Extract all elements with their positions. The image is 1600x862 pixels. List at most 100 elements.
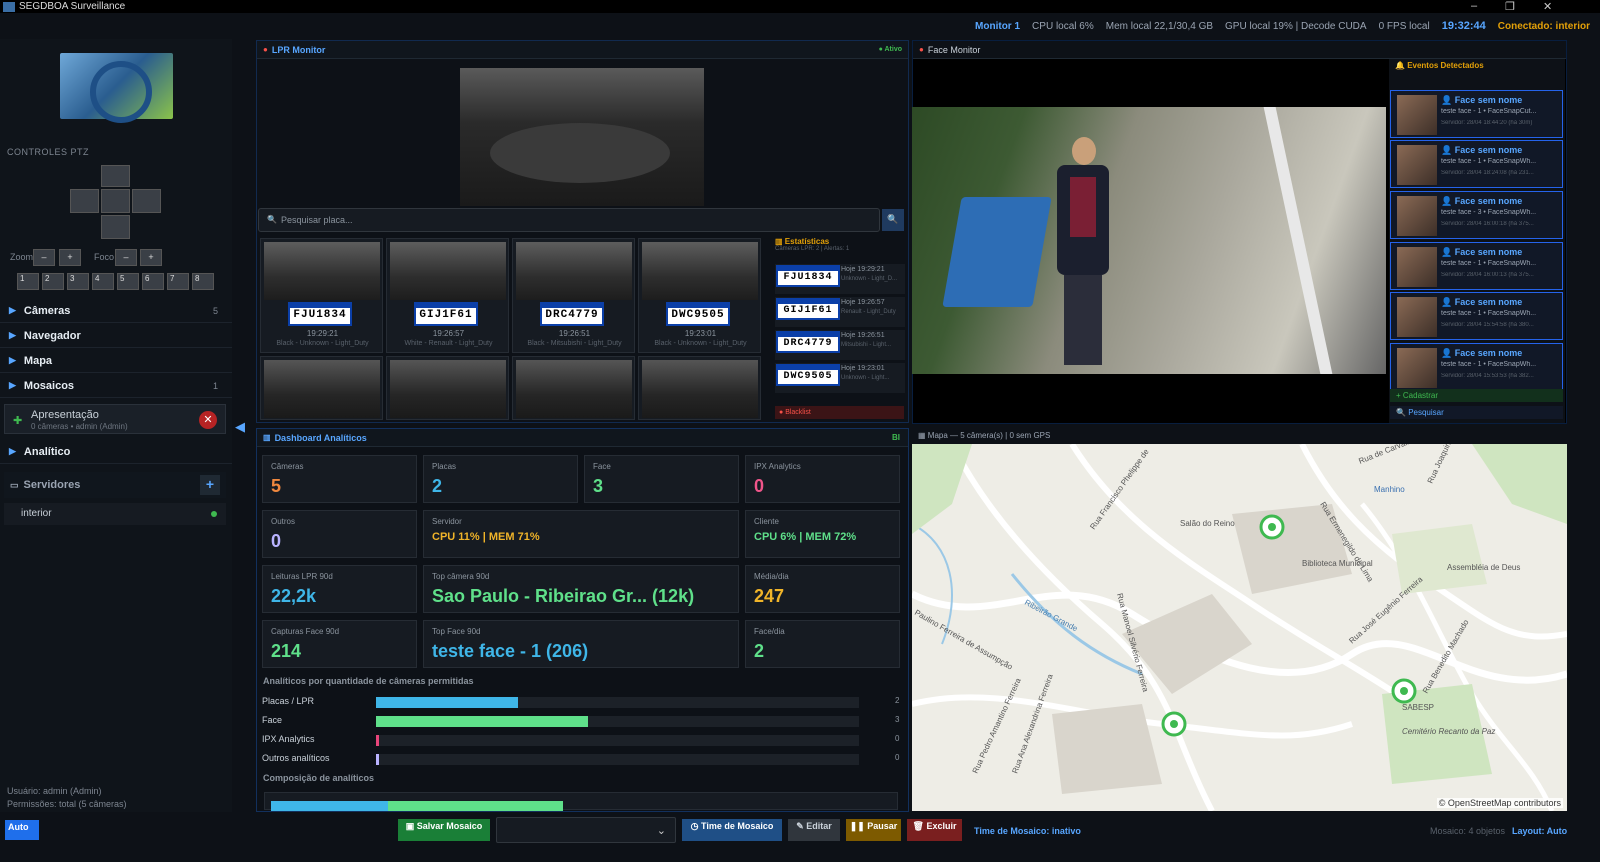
focus-plus-button[interactable]: + bbox=[140, 249, 162, 266]
stats-row[interactable]: GIJ1F61 Hoje 19:26:57 Renault - Light_Du… bbox=[775, 297, 905, 327]
row-time: Hoje 19:26:51 bbox=[841, 332, 885, 339]
save-mosaic-button[interactable]: ▣ Salvar Mosaico bbox=[398, 819, 490, 841]
face-event[interactable]: 👤 Face sem nome teste face - 1 • FaceSna… bbox=[1390, 90, 1563, 138]
analytics-bar-row: Placas / LPR 2 bbox=[262, 694, 902, 710]
mosaic-select[interactable]: ⌄ bbox=[496, 817, 676, 843]
register-label: Cadastrar bbox=[1402, 391, 1439, 400]
lpr-capture-card[interactable]: FJU1834 19:29:21 Black - Unknown - Light… bbox=[260, 238, 383, 353]
ptz-right-button[interactable] bbox=[132, 189, 161, 213]
card-cliente: Cliente CPU 6% | MEM 72% bbox=[745, 510, 900, 558]
lpr-status: ● Ativo bbox=[878, 46, 902, 53]
lpr-capture-card[interactable] bbox=[638, 356, 761, 420]
restore-button[interactable]: ❐ bbox=[1505, 0, 1515, 13]
card-topcam: Top câmera 90d Sao Paulo - Ribeirao Gr..… bbox=[423, 565, 739, 613]
composition-segment-face bbox=[388, 801, 563, 811]
plate-search-button[interactable]: 🔍 bbox=[882, 209, 904, 231]
online-indicator-icon bbox=[211, 511, 217, 517]
zoom-in-button[interactable]: + bbox=[59, 249, 81, 266]
bench bbox=[942, 197, 1052, 307]
sidebar-item-mosaicos[interactable]: ▶ Mosaicos 1 bbox=[0, 374, 232, 398]
pause-button[interactable]: ❚❚ Pausar bbox=[846, 819, 901, 841]
stats-row[interactable]: DWC9505 Hoje 19:23:01 Unknown - Light... bbox=[775, 363, 905, 393]
map-view[interactable]: Rua Francisco Phelippe de Salão do Reino… bbox=[912, 444, 1567, 811]
preset-button[interactable]: 2 bbox=[42, 273, 64, 290]
sidebar-item-mapa[interactable]: ▶ Mapa bbox=[0, 349, 232, 373]
auto-button[interactable]: Auto bbox=[5, 820, 39, 840]
event-date: Servidor: 28/04 16:00:18 (há 375... bbox=[1441, 221, 1534, 227]
zoom-out-button[interactable]: – bbox=[33, 249, 55, 266]
lpr-capture-card[interactable] bbox=[386, 356, 509, 420]
plate-number: DWC9505 bbox=[776, 364, 840, 386]
timer-status: Time de Mosaico: inativo bbox=[974, 826, 1081, 836]
card-label: Servidor bbox=[432, 517, 462, 526]
ptz-home-button[interactable] bbox=[101, 189, 130, 213]
card-label: Média/dia bbox=[754, 572, 789, 581]
window-title: SEGDBOA Surveillance bbox=[19, 1, 126, 12]
face-event[interactable]: 👤 Face sem nome teste face - 1 • FaceSna… bbox=[1390, 242, 1563, 290]
mosaic-item-apresentacao[interactable]: ✚ Apresentação 0 câmeras • admin (Admin)… bbox=[4, 404, 226, 434]
face-event[interactable]: 👤 Face sem nome teste face - 3 • FaceSna… bbox=[1390, 191, 1563, 239]
card-label: Top Face 90d bbox=[432, 627, 481, 636]
event-date: Servidor: 28/04 15:54:58 (há 380... bbox=[1441, 322, 1534, 328]
ptz-left-button[interactable] bbox=[70, 189, 99, 213]
add-server-button[interactable]: + bbox=[200, 475, 220, 495]
user-icon: 👤 bbox=[1441, 247, 1455, 257]
capture-image bbox=[264, 242, 380, 300]
lpr-stats: ▥ Estatísticas Câmeras LPR: 2 | Alertas:… bbox=[771, 237, 906, 420]
sidebar-item-cameras[interactable]: ▶ Câmeras 5 bbox=[0, 299, 232, 323]
plate-search-input[interactable]: 🔍 Pesquisar placa... bbox=[258, 208, 880, 232]
event-name: Face sem nome bbox=[1454, 348, 1523, 358]
map-icon: ▦ bbox=[918, 431, 928, 440]
remove-mosaic-button[interactable]: ✕ bbox=[199, 411, 217, 429]
servers-header[interactable]: ▭ Servidores + bbox=[4, 472, 226, 498]
preset-button[interactable]: 5 bbox=[117, 273, 139, 290]
register-face-button[interactable]: + Cadastrar bbox=[1390, 389, 1563, 402]
sidebar-item-navegador[interactable]: ▶ Navegador bbox=[0, 324, 232, 348]
lpr-capture-card[interactable]: GIJ1F61 19:26:57 White - Renault - Light… bbox=[386, 238, 509, 353]
card-label: Face bbox=[593, 462, 611, 471]
face-video-feed[interactable] bbox=[912, 107, 1386, 374]
expand-icon: ▶ bbox=[9, 355, 16, 365]
card-value: 5 bbox=[271, 476, 282, 496]
collapse-sidebar-icon[interactable]: ◀ bbox=[235, 419, 245, 435]
delete-button[interactable]: 🗑 Excluir bbox=[907, 819, 962, 841]
card-label: Câmeras bbox=[271, 462, 304, 471]
card-value: 2 bbox=[754, 641, 765, 661]
poi-label: Salão do Reino bbox=[1180, 519, 1235, 528]
lpr-capture-card[interactable]: DWC9505 19:23:01 Black - Unknown - Light… bbox=[638, 238, 761, 353]
lpr-capture-card[interactable] bbox=[260, 356, 383, 420]
preset-button[interactable]: 1 bbox=[17, 273, 39, 290]
bar-fill bbox=[376, 754, 379, 765]
preset-button[interactable]: 3 bbox=[67, 273, 89, 290]
map-title: Mapa — 5 câmera(s) | 0 sem GPS bbox=[927, 431, 1051, 440]
monitor-label[interactable]: Monitor 1 bbox=[975, 21, 1020, 32]
stats-row[interactable]: FJU1834 Hoje 19:29:21 Unknown - Light_D.… bbox=[775, 264, 905, 294]
preset-button[interactable]: 4 bbox=[92, 273, 114, 290]
monitor-icon: ▭ bbox=[10, 479, 19, 490]
face-event[interactable]: 👤 Face sem nome teste face - 1 • FaceSna… bbox=[1390, 292, 1563, 340]
preset-button[interactable]: 6 bbox=[142, 273, 164, 290]
focus-minus-button[interactable]: – bbox=[115, 249, 137, 266]
close-button[interactable]: ✕ bbox=[1543, 0, 1552, 13]
search-face-button[interactable]: 🔍 Pesquisar bbox=[1390, 406, 1563, 419]
edit-button[interactable]: ✎ Editar bbox=[788, 819, 840, 841]
minimize-button[interactable]: – bbox=[1471, 0, 1477, 12]
preset-button[interactable]: 8 bbox=[192, 273, 214, 290]
search-icon: 🔍 bbox=[1396, 408, 1409, 417]
mosaic-timer-button[interactable]: ◷ Time de Mosaico bbox=[682, 819, 782, 841]
sidebar-item-analitico[interactable]: ▶ Analítico bbox=[0, 440, 232, 464]
ptz-down-button[interactable] bbox=[101, 215, 130, 239]
lpr-video-feed[interactable] bbox=[460, 68, 704, 206]
bar-label: Face bbox=[262, 715, 283, 725]
preset-button[interactable]: 7 bbox=[167, 273, 189, 290]
ptz-up-button[interactable] bbox=[101, 165, 130, 187]
capture-image bbox=[516, 242, 632, 300]
lpr-capture-card[interactable]: DRC4779 19:26:51 Black - Mitsubishi - Li… bbox=[512, 238, 635, 353]
face-event[interactable]: 👤 Face sem nome teste face - 1 • FaceSna… bbox=[1390, 343, 1563, 391]
face-event[interactable]: 👤 Face sem nome teste face - 1 • FaceSna… bbox=[1390, 140, 1563, 188]
card-value: 214 bbox=[271, 641, 302, 661]
server-item[interactable]: interior bbox=[4, 503, 226, 525]
blacklist-button[interactable]: ● Blacklist bbox=[775, 406, 904, 419]
stats-row[interactable]: DRC4779 Hoje 19:26:51 Mitsubishi - Light… bbox=[775, 330, 905, 360]
lpr-capture-card[interactable] bbox=[512, 356, 635, 420]
